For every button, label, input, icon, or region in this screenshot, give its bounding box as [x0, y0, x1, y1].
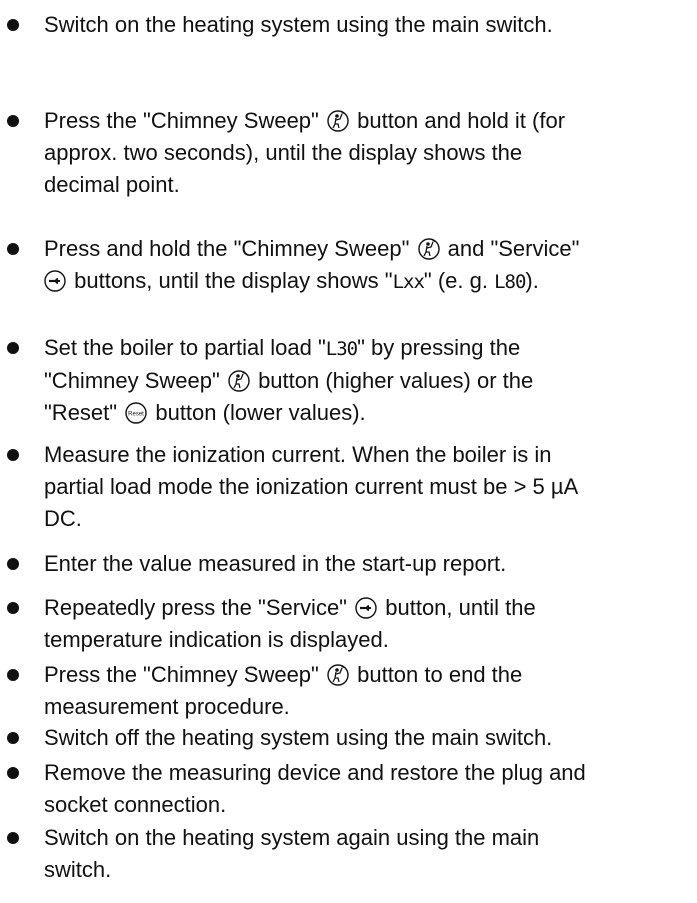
step-text: button and hold it (for — [357, 108, 566, 133]
step-text: button (lower values). — [155, 400, 366, 425]
step-text: Set the boiler to partial load " — [44, 335, 326, 360]
step-text: Press and hold the "Chimney Sweep" — [44, 236, 410, 261]
reset-icon: Reset — [125, 402, 147, 424]
step-text: Remove the measuring device and restore … — [44, 760, 586, 785]
bullet-icon — [7, 342, 19, 354]
step-text: Switch on the heating system using the m… — [44, 12, 553, 37]
display-code: L80 — [494, 271, 526, 293]
step-text: and "Service" — [447, 236, 580, 261]
step-text: ). — [525, 268, 539, 293]
step-text: button to end the — [357, 662, 523, 687]
reset-icon-label: Reset — [128, 412, 144, 418]
step-text: measurement procedure. — [44, 694, 290, 719]
step-text: Repeatedly press the "Service" — [44, 595, 347, 620]
bullet-icon — [7, 243, 19, 255]
step-text: " (e. g. — [423, 268, 495, 293]
step-text: socket connection. — [44, 792, 227, 817]
bullet-icon — [7, 669, 19, 681]
chimney-sweep-icon — [327, 664, 349, 686]
wrench-icon — [44, 270, 66, 292]
bullet-icon — [7, 732, 19, 744]
step-text: button, until the — [385, 595, 536, 620]
step-text: "Reset" — [44, 400, 118, 425]
chimney-sweep-icon — [228, 370, 250, 392]
step-text: Press the "Chimney Sweep" — [44, 108, 319, 133]
step-text: Switch on the heating system again using… — [44, 825, 540, 850]
step-text: " by pressing the — [357, 335, 521, 360]
step-text: DC. — [44, 506, 82, 531]
bullet-icon — [7, 602, 19, 614]
bullet-icon — [7, 558, 19, 570]
step-text: switch. — [44, 857, 112, 882]
step-text: partial load mode the ionization current… — [44, 474, 579, 499]
bullet-icon — [7, 449, 19, 461]
display-code-lxx: Lxx — [392, 271, 425, 293]
step-text: buttons, until the display shows " — [74, 268, 393, 293]
step-text: Enter the value measured in the start-up… — [44, 551, 507, 576]
bullet-icon — [7, 832, 19, 844]
display-code: L30 — [325, 338, 358, 360]
step-text: temperature indication is displayed. — [44, 627, 389, 652]
step-text: approx. two seconds), until the display … — [44, 140, 523, 165]
step-text: decimal point. — [44, 172, 180, 197]
wrench-icon — [355, 597, 377, 619]
step-text: button (higher values) or the — [258, 368, 534, 393]
step-text: Press the "Chimney Sweep" — [44, 662, 319, 687]
bullet-icon — [7, 115, 19, 127]
step-text: Switch off the heating system using the … — [44, 725, 553, 750]
bullet-icon — [7, 19, 19, 31]
step-text: Measure the ionization current. When the… — [44, 442, 552, 467]
chimney-sweep-icon — [417, 238, 440, 260]
bullet-icon — [7, 767, 19, 779]
step-text: "Chimney Sweep" — [44, 368, 220, 393]
chimney-sweep-icon — [327, 110, 349, 132]
